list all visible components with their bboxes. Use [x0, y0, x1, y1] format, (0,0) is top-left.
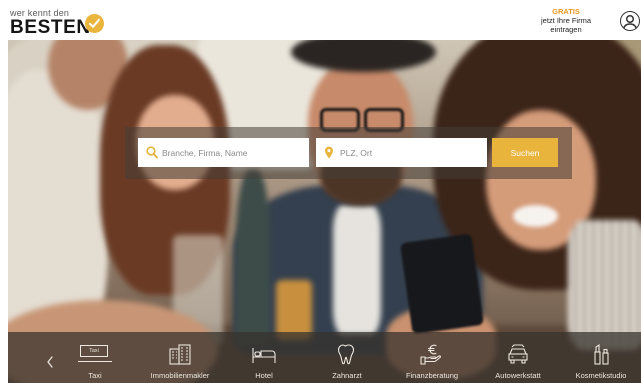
logo-wordmark: BESTEN	[10, 17, 91, 38]
category-label: Finanzberatung	[405, 371, 459, 380]
category-label: Kosmetikstudio	[575, 371, 627, 380]
taxi-sign-text: Taxi	[89, 348, 99, 354]
register-company-link[interactable]: GRATIS jetzt Ihre Firma eintragen	[528, 7, 604, 34]
taxi-sign-icon: Taxi	[80, 345, 108, 357]
tooth-icon	[337, 344, 355, 365]
where-field	[316, 138, 487, 167]
category-label: Taxi	[88, 371, 102, 380]
location-pin-icon	[325, 146, 333, 159]
what-field	[138, 138, 309, 167]
category-taxi[interactable]: Taxi Taxi	[55, 332, 135, 383]
search-button[interactable]: Suchen	[492, 138, 558, 167]
photo-smartphone	[399, 233, 485, 335]
category-label: Autowerkstatt	[495, 371, 541, 380]
cosmetics-icon	[594, 343, 609, 365]
category-hotel[interactable]: Hotel	[224, 332, 304, 383]
check-badge-icon	[85, 14, 104, 33]
category-label: Immobilienmakler	[150, 371, 210, 380]
site-logo[interactable]: wer kennt den BESTEN	[10, 6, 108, 38]
photo-jar	[276, 280, 312, 340]
chevron-left-icon[interactable]	[46, 355, 54, 369]
cta-line-2: eintragen	[550, 25, 582, 34]
photo-striped-shirt	[568, 220, 641, 350]
category-kosmetikstudio[interactable]: Kosmetikstudio	[561, 332, 641, 383]
buildings-icon	[169, 344, 191, 365]
photo-man-shirt	[333, 205, 381, 335]
taxi-sign-base	[78, 361, 112, 362]
category-immobilienmakler[interactable]: Immobilienmakler	[140, 332, 220, 383]
car-icon	[508, 344, 528, 364]
search-icon	[146, 146, 158, 159]
category-carousel: Taxi Taxi Immobilienmakler Hotel Zahnarz…	[8, 332, 641, 383]
euro-hand-icon	[420, 344, 441, 365]
what-search-input[interactable]	[138, 138, 309, 167]
category-zahnarzt[interactable]: Zahnarzt	[307, 332, 387, 383]
cta-highlight: GRATIS	[552, 7, 580, 16]
category-finanzberatung[interactable]: Finanzberatung	[392, 332, 472, 383]
top-header: wer kennt den BESTEN GRATIS jetzt Ihre F…	[0, 0, 641, 40]
category-label: Zahnarzt	[332, 371, 362, 380]
category-autowerkstatt[interactable]: Autowerkstatt	[478, 332, 558, 383]
category-label: Hotel	[255, 371, 273, 380]
bed-icon	[252, 348, 276, 363]
user-account-icon[interactable]	[620, 11, 640, 31]
cta-line-1: jetzt Ihre Firma	[540, 16, 591, 25]
location-input[interactable]	[316, 138, 487, 167]
photo-laughing-mouth	[513, 205, 558, 227]
photo-bottle	[236, 170, 270, 345]
